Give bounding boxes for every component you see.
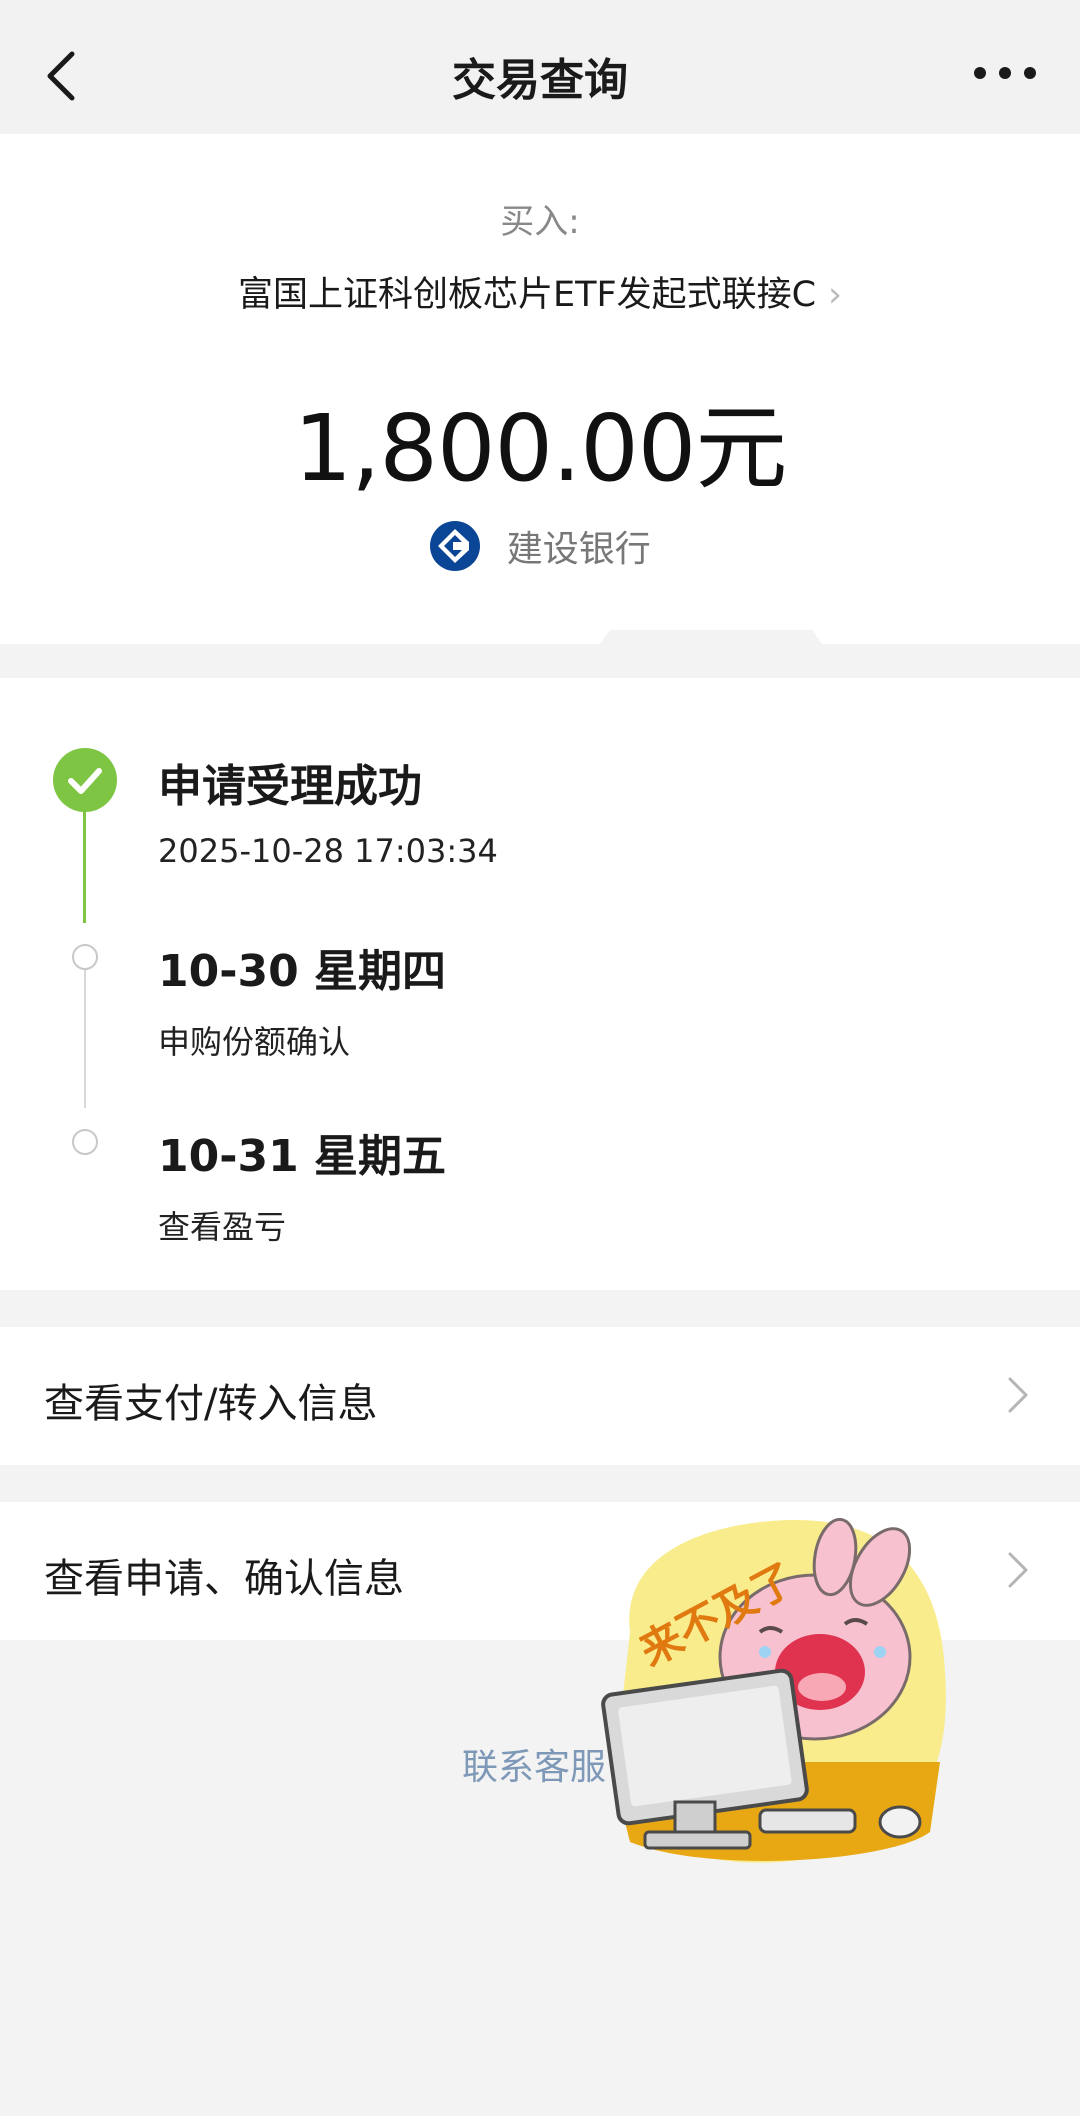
progress-timeline: 申请受理成功 2025-10-28 17:03:34 10-30 星期四 申购份…: [0, 678, 1080, 1290]
payment-info-row[interactable]: 查看支付/转入信息: [0, 1327, 1080, 1465]
timeline-step-title: 10-30 星期四: [158, 946, 447, 997]
timeline-step-subtitle: 申购份额确认: [158, 1023, 351, 1061]
bank-info: 建设银行: [0, 520, 1080, 580]
pending-dot-icon: [72, 944, 98, 970]
crying-rabbit-sticker: 来不及了: [601, 1517, 946, 1863]
timeline-step-subtitle: 查看盈亏: [158, 1208, 287, 1246]
row-label: 查看支付/转入信息: [44, 1381, 378, 1427]
tooltip-tab: [596, 630, 826, 650]
fund-name: 富国上证科创板芯片ETF发起式联接C: [237, 275, 817, 315]
more-dots-icon: [974, 67, 1036, 79]
timeline-step-title: 申请受理成功: [158, 761, 422, 812]
timeline-step-title: 10-31 星期五: [158, 1131, 447, 1182]
timeline-line-pending: [84, 948, 86, 1108]
page-title: 交易查询: [452, 55, 628, 106]
buy-label: 买入:: [500, 202, 580, 242]
pending-dot-icon: [72, 1129, 98, 1155]
ccb-logo-icon: [430, 521, 481, 571]
trade-amount: 1,800.00元: [293, 395, 788, 502]
chevron-right-icon: ›: [828, 275, 843, 315]
nav-bar: 交易查询: [0, 0, 1080, 134]
fund-name-link[interactable]: 富国上证科创板芯片ETF发起式联接C ›: [0, 266, 1080, 317]
chevron-right-icon: [1008, 1377, 1028, 1413]
more-button[interactable]: [970, 58, 1040, 88]
contact-support-link[interactable]: 联系客服: [462, 1738, 606, 1790]
trade-summary-card: 买入: 富国上证科创板芯片ETF发起式联接C › 1,800.00元 建设银行: [0, 134, 1080, 644]
row-label: 查看申请、确认信息: [44, 1556, 404, 1602]
timeline-step-subtitle: 2025-10-28 17:03:34: [158, 832, 498, 870]
chevron-right-icon: [1008, 1552, 1028, 1588]
check-icon: [53, 748, 117, 812]
bank-name: 建设银行: [506, 529, 651, 570]
